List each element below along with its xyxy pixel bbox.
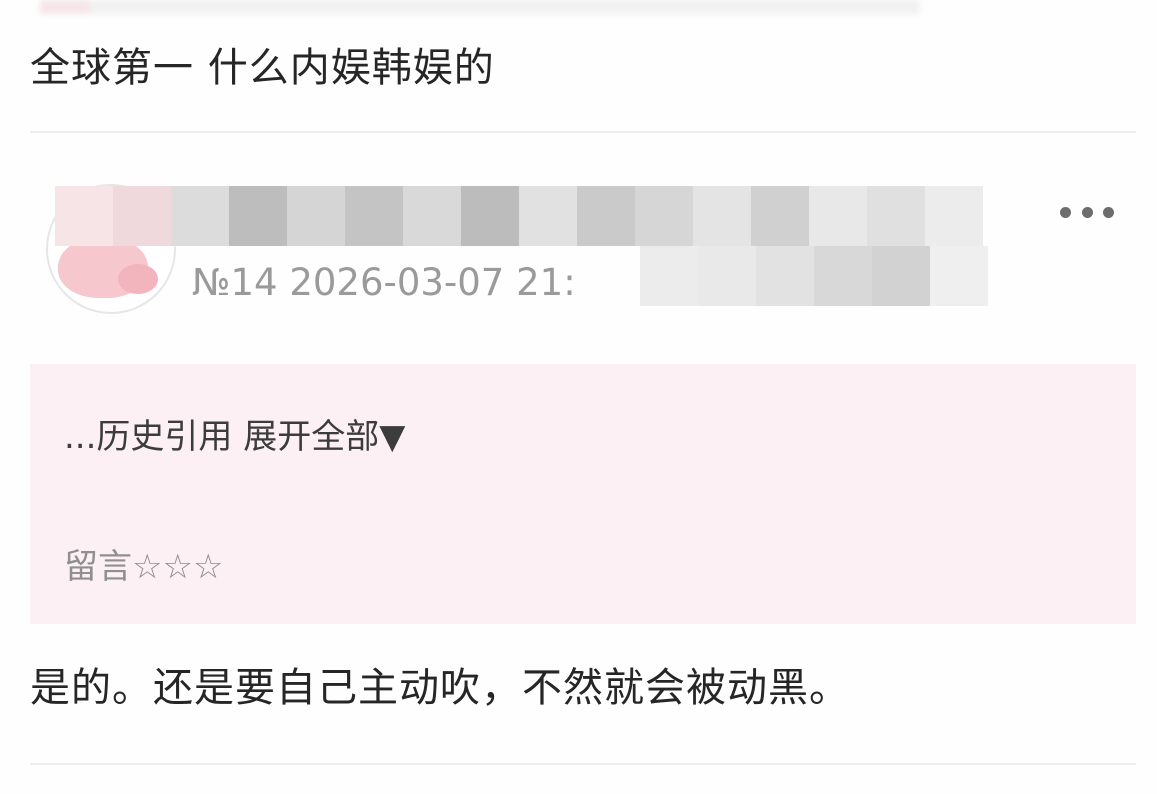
timestamp-redacted	[640, 246, 988, 306]
quote-block: ...历史引用 展开全部▼ 留言☆☆☆	[30, 364, 1136, 624]
previous-post-image-residue	[40, 0, 920, 14]
username-redacted	[55, 186, 983, 246]
expand-quote-history-button[interactable]: ...历史引用 展开全部▼	[64, 420, 405, 454]
floor-and-timestamp: №14 2026-03-07 21:	[192, 261, 576, 304]
reply-text: 是的。还是要自己主动吹，不然就会被动黑。	[30, 665, 850, 711]
post-divider	[30, 131, 1136, 133]
post-divider	[30, 763, 1136, 765]
quoted-comment-text: 留言☆☆☆	[64, 547, 224, 587]
more-horizontal-icon[interactable]	[1060, 204, 1114, 220]
avatar-illustration-detail	[118, 264, 158, 294]
previous-post-text: 全球第一 什么内娱韩娱的	[30, 45, 495, 91]
